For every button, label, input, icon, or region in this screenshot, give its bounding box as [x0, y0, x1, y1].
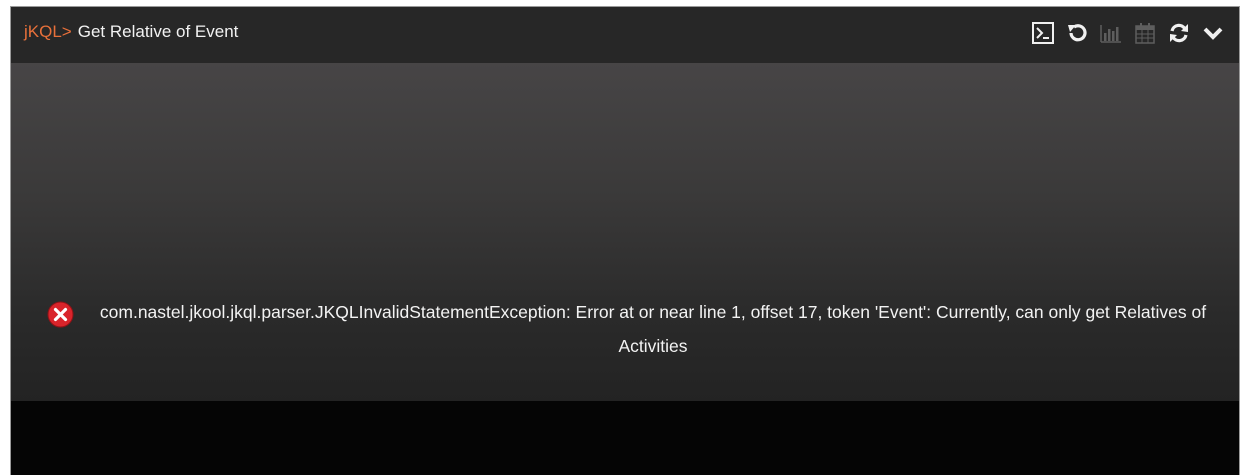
panel-title: jKQL> Get Relative of Event — [11, 22, 238, 42]
bar-chart-icon[interactable] — [1099, 21, 1123, 45]
panel-header: jKQL> Get Relative of Event — [11, 7, 1239, 63]
undo-icon[interactable] — [1065, 21, 1089, 45]
refresh-icon[interactable] — [1167, 21, 1191, 45]
panel-title-text: Get Relative of Event — [77, 22, 239, 41]
terminal-icon[interactable] — [1031, 21, 1055, 45]
results-area: com.nastel.jkool.jkql.parser.JKQLInvalid… — [11, 63, 1239, 401]
query-language-prefix: jKQL> — [24, 22, 72, 41]
calendar-icon[interactable] — [1133, 21, 1157, 45]
chevron-down-icon[interactable] — [1201, 21, 1225, 45]
query-panel: jKQL> Get Relative of Event com.nastel.j… — [10, 6, 1240, 475]
panel-toolbar — [1031, 21, 1225, 45]
error-message-text: com.nastel.jkool.jkql.parser.JKQLInvalid… — [99, 302, 1207, 356]
error-icon — [47, 301, 74, 328]
panel-footer — [11, 401, 1239, 475]
error-message: com.nastel.jkool.jkql.parser.JKQLInvalid… — [47, 295, 1227, 363]
